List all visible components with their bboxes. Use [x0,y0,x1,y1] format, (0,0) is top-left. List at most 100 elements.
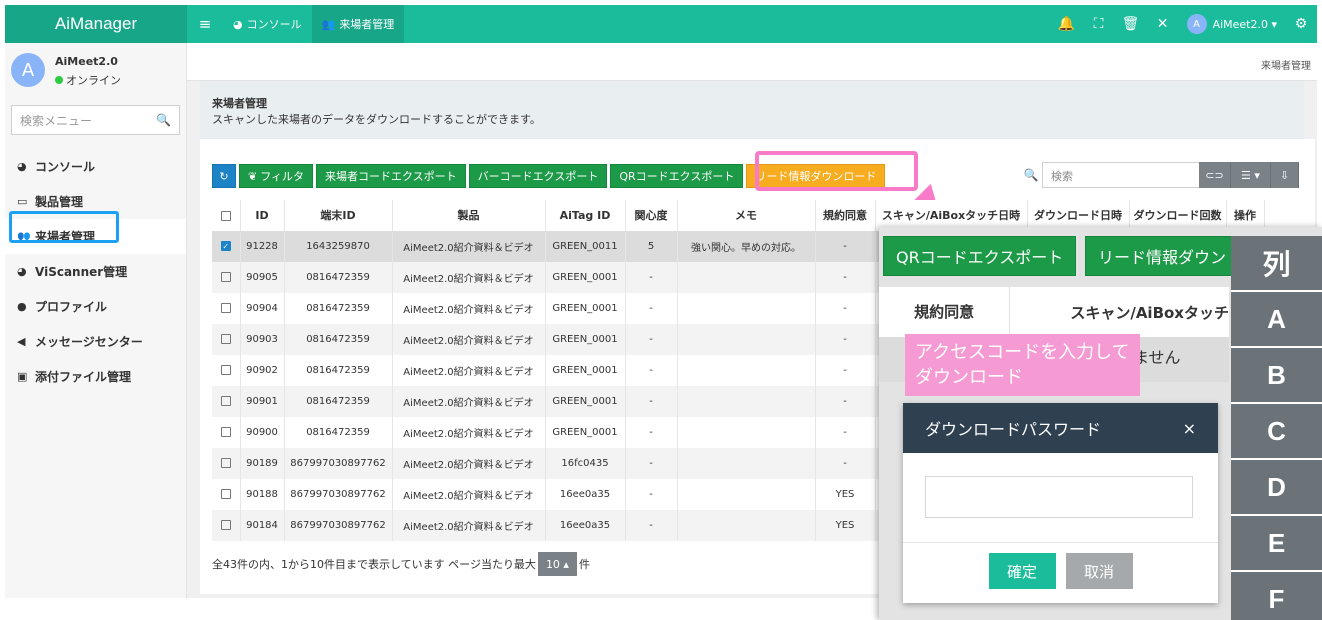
refresh-button[interactable]: ↻ [212,164,236,188]
toggle-icon[interactable]: ⊂⊃ [1199,162,1231,188]
col-product[interactable]: 製品 [392,200,546,232]
lead-download-highlight [755,151,918,191]
cell-product: AiMeet2.0紹介資料＆ビデオ [392,231,546,262]
top-nav-visitors[interactable]: 👥 来場者管理 [311,5,405,43]
cell-id: 91228 [240,231,285,262]
image-icon: ▣ [17,370,28,383]
row-checkbox[interactable] [212,510,241,541]
menu-toggle-icon[interactable]: ≡ [187,15,223,33]
row-checkbox[interactable] [212,355,241,386]
zoom-col-scan: スキャン/AiBoxタッチ [1070,303,1229,322]
user-menu[interactable]: A AiMeet2.0 ▾ [1179,14,1285,34]
online-dot-icon [55,76,63,84]
sidebar-item-attachments[interactable]: ▣ 添付ファイル管理 [5,359,186,394]
cancel-button[interactable]: 取消 [1065,553,1133,589]
modal-footer: 確定 取消 [903,543,1218,589]
page-title: 来場者管理 [212,97,267,110]
settings-icon[interactable]: ⚙ [1285,16,1317,32]
cell-consent: - [815,448,876,479]
cell-product: AiMeet2.0紹介資料＆ビデオ [392,324,546,355]
page-size-select[interactable]: 10 ▴ [537,552,577,576]
confirm-button[interactable]: 確定 [988,553,1056,589]
cell-tag: GREEN_0001 [545,417,626,448]
cell-device: 867997030897762 [284,448,393,479]
cell-memo [677,448,816,479]
cell-tag: 16ee0a35 [545,479,626,510]
modal-body [903,453,1218,543]
cell-memo [677,479,816,510]
row-checkbox[interactable] [212,386,241,417]
row-checkbox[interactable] [212,293,241,324]
cell-device: 867997030897762 [284,510,393,541]
column-letter-strip: 列 A B C D E F [1231,236,1322,620]
col-consent[interactable]: 規約同意 [815,200,876,232]
col-id[interactable]: ID [240,200,285,232]
column-letter: E [1231,516,1322,572]
row-checkbox[interactable] [212,417,241,448]
scan-icon[interactable]: ⛶ [1083,16,1115,32]
sidebar-item-messages[interactable]: ◀ メッセージセンター [5,324,186,359]
sidebar-user-status: オンライン [55,72,121,88]
row-checkbox[interactable] [212,479,241,510]
page-description: スキャンした来場者のデータをダウンロードすることができます。 [212,113,541,126]
refresh-icon: ↻ [219,169,229,183]
sidebar: A AiMeet2.0 オンライン 検索メニュー 🔍 ◕ コンソール ▭ 製品管理 … [5,43,187,598]
password-input[interactable] [925,476,1193,518]
export-barcode-button[interactable]: バーコードエクスポート [468,164,608,188]
brand-logo[interactable]: AiManager [5,5,187,43]
col-tag[interactable]: AiTag ID [545,200,626,232]
row-checkbox[interactable] [212,324,241,355]
sidebar-user-name: AiMeet2.0 [55,55,118,68]
cell-id: 90903 [240,324,285,355]
sidebar-item-profile[interactable]: ● プロファイル [5,289,186,324]
cell-interest: - [625,448,678,479]
cell-device: 0816472359 [284,417,393,448]
bell-icon[interactable]: 🔔 [1051,16,1083,32]
cell-consent: - [815,355,876,386]
row-checkbox[interactable] [212,262,241,293]
cell-device: 0816472359 [284,324,393,355]
trash-icon[interactable]: 🗑 [1115,16,1147,32]
sidebar-item-console[interactable]: ◕ コンソール [5,149,186,184]
download-icon[interactable]: ⇩ [1271,162,1299,188]
top-nav-console[interactable]: ◕ コンソール [223,5,312,43]
dashboard-icon: ◕ [233,17,243,31]
cell-id: 90905 [240,262,285,293]
col-interest[interactable]: 関心度 [625,200,678,232]
pagination-summary: 全43件の内、1から10件目まで表示しています ページ当たり最大 [212,558,536,571]
pagination: 全43件の内、1から10件目まで表示しています ページ当たり最大 10 ▴ 件 [212,552,590,576]
cell-tag: GREEN_0001 [545,355,626,386]
top-nav: ≡ ◕ コンソール 👥 来場者管理 [187,5,405,43]
col-memo[interactable]: メモ [677,200,816,232]
modal-header: ダウンロードパスワード × [903,403,1218,453]
zoom-col-consent: 規約同意 [879,287,1011,337]
cell-product: AiMeet2.0紹介資料＆ビデオ [392,448,546,479]
row-checkbox[interactable]: ✓ [212,231,241,262]
export-visitor-code-button[interactable]: 来場者コードエクスポート [316,164,466,188]
filter-button[interactable]: ❦ フィルタ [239,164,313,188]
export-qr-button[interactable]: QRコードエクスポート [610,164,744,188]
column-letter: F [1231,572,1322,620]
sidebar-search-input[interactable]: 検索メニュー 🔍 [11,105,180,135]
cell-memo [677,510,816,541]
zoom-partial-text: ません [1133,348,1181,367]
user-menu-label: AiMeet2.0 ▾ [1212,17,1277,31]
cell-consent: - [815,324,876,355]
box-icon: ▭ [17,195,28,208]
close-icon[interactable]: × [1183,419,1196,438]
zoom-export-qr-button[interactable]: QRコードエクスポート [883,236,1077,276]
cell-tag: GREEN_0001 [545,324,626,355]
zoom-lead-download-button[interactable]: リード情報ダウン [1085,236,1245,276]
fullscreen-icon[interactable]: ✕ [1147,16,1179,32]
sidebar-item-viscanner[interactable]: ◕ ViScanner管理 [5,254,186,289]
cell-interest: - [625,293,678,324]
cell-product: AiMeet2.0紹介資料＆ビデオ [392,479,546,510]
table-search-input[interactable]: 検索 [1042,162,1202,188]
cell-product: AiMeet2.0紹介資料＆ビデオ [392,417,546,448]
cell-tag: GREEN_0001 [545,386,626,417]
col-device[interactable]: 端末ID [284,200,393,232]
columns-icon[interactable]: ☰ ▾ [1231,162,1271,188]
row-checkbox[interactable] [212,448,241,479]
select-all-checkbox[interactable] [212,200,241,232]
cell-tag: GREEN_0001 [545,262,626,293]
